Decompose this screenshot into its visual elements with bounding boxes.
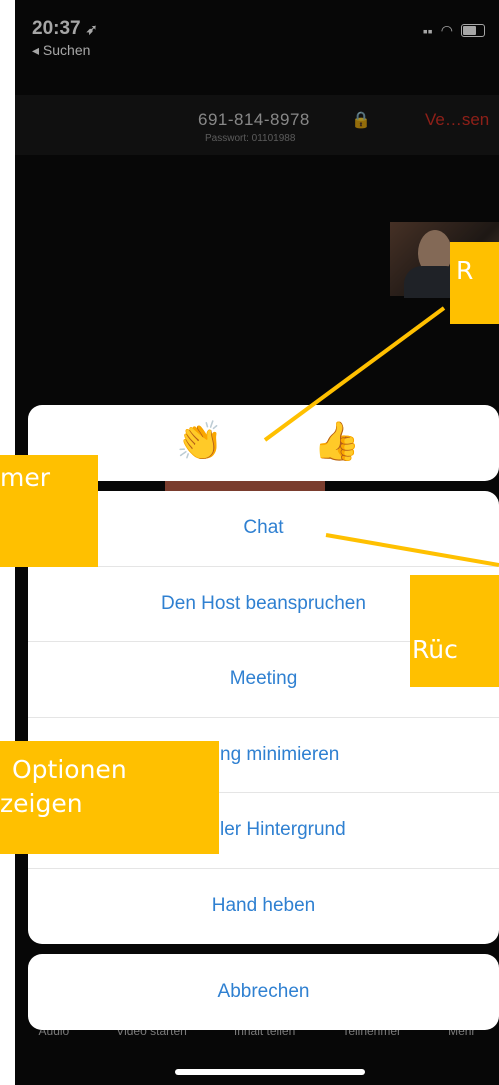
callout-right: Rüc <box>410 575 499 687</box>
callout-options: Optionen zeigen <box>0 741 219 854</box>
arrow-to-reactions <box>263 306 446 442</box>
callout-left: mer <box>0 455 98 567</box>
callout-top-right: R <box>450 242 499 324</box>
arrow-to-chat <box>325 533 499 567</box>
